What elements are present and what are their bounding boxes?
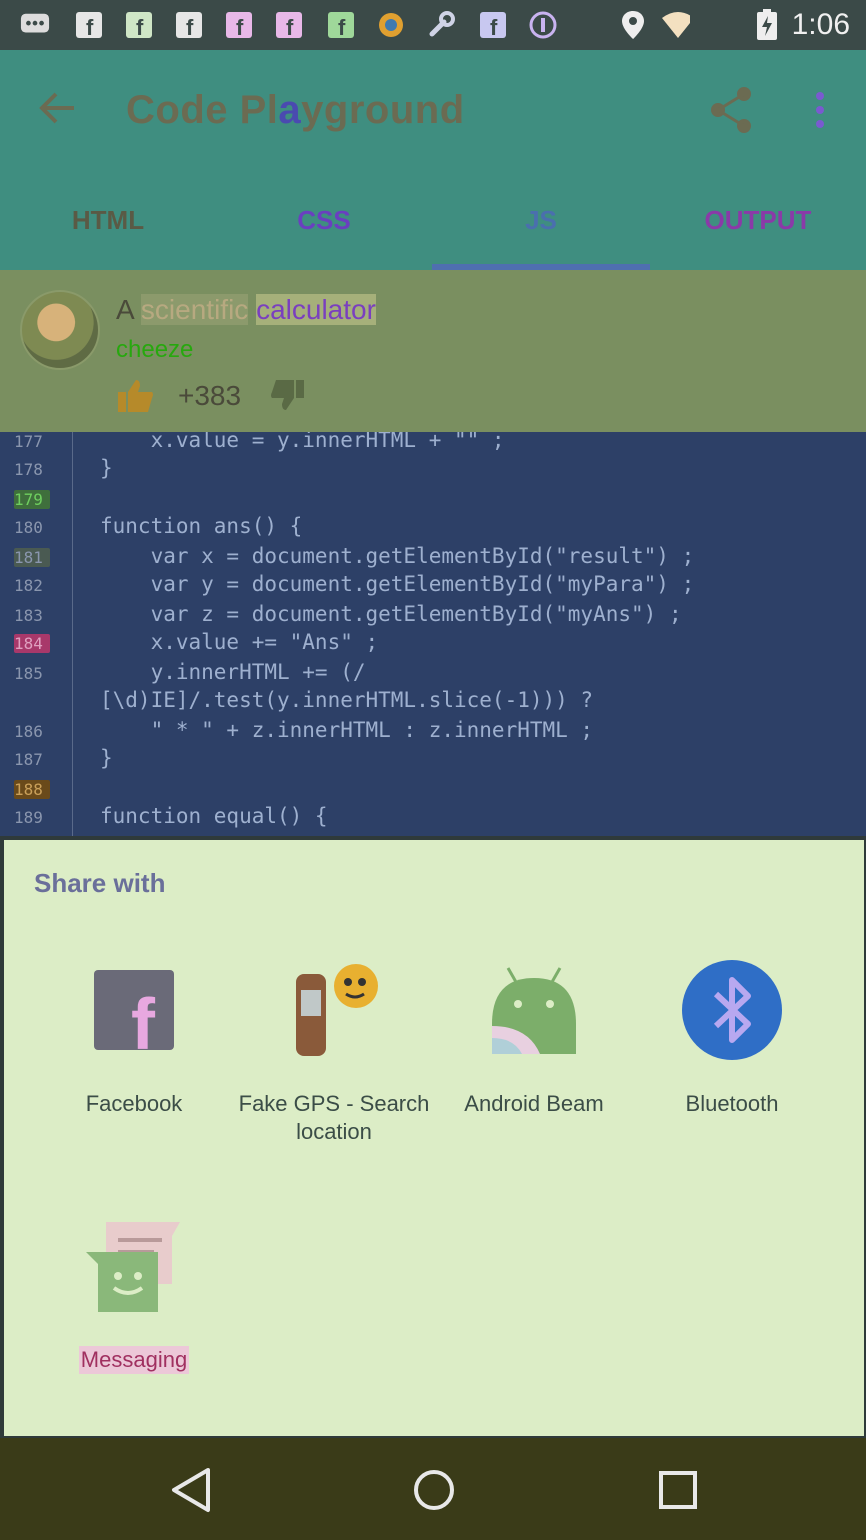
- code-line: function equal() {: [100, 804, 328, 828]
- tab-js[interactable]: JS: [432, 200, 650, 240]
- facebook-icon: f: [478, 10, 508, 40]
- line-number: 177: [14, 432, 43, 451]
- svg-text:f: f: [186, 15, 194, 38]
- facebook-icon: f: [174, 10, 204, 40]
- overflow-menu-icon[interactable]: [808, 88, 832, 132]
- share-target-label: Fake GPS - Search location: [238, 1091, 430, 1144]
- post-title: A scientific calculator: [116, 294, 376, 325]
- svg-text:f: f: [286, 15, 294, 38]
- share-icon[interactable]: [706, 84, 758, 136]
- tab-css[interactable]: CSS: [216, 200, 432, 240]
- back-arrow-icon[interactable]: [36, 86, 80, 130]
- avatar[interactable]: [20, 290, 100, 370]
- code-line: }: [100, 456, 113, 480]
- svg-text:f: f: [338, 15, 346, 38]
- code-line: " * " + z.innerHTML : z.innerHTML ;: [100, 718, 594, 742]
- share-target-android-beam[interactable]: Android Beam: [444, 960, 624, 1118]
- code-line: x.value = y.innerHTML + "" ;: [100, 432, 505, 452]
- line-number: 186: [14, 722, 43, 741]
- facebook-app-icon: f: [84, 960, 184, 1060]
- location-icon: [618, 10, 648, 40]
- code-line: [\d)IE]/.test(y.innerHTML.slice(-1))) ?: [100, 688, 594, 712]
- line-number: 180: [14, 518, 43, 537]
- thumbs-down-icon[interactable]: [270, 380, 304, 410]
- share-sheet-title: Share with: [34, 868, 166, 898]
- thumbs-up-icon[interactable]: [118, 380, 154, 412]
- gps-app-icon: [284, 960, 384, 1060]
- facebook-icon: f: [74, 10, 104, 40]
- line-number: 185: [14, 664, 43, 683]
- line-number: 179: [14, 490, 50, 509]
- page-title: Code Playground: [126, 88, 465, 132]
- svg-text:f: f: [490, 15, 498, 38]
- home-nav-icon[interactable]: [412, 1468, 456, 1512]
- tab-html[interactable]: HTML: [0, 200, 216, 240]
- battery-charging-icon: [752, 9, 782, 40]
- vote-count: +383: [178, 380, 242, 411]
- tor-icon: [528, 10, 558, 40]
- facebook-icon: f: [326, 10, 356, 40]
- messaging-icon: [84, 1218, 184, 1318]
- code-line: x.value += "Ans" ;: [100, 630, 379, 654]
- code-line: }: [100, 746, 113, 770]
- share-target-label: Messaging: [78, 1346, 190, 1374]
- line-number: 189: [14, 808, 43, 827]
- back-nav-icon[interactable]: [168, 1466, 214, 1514]
- code-line: function ans() {: [100, 514, 303, 538]
- bluetooth-icon: [682, 960, 782, 1060]
- share-target-bluetooth[interactable]: Bluetooth: [642, 960, 822, 1118]
- author-name[interactable]: cheeze: [116, 336, 193, 364]
- recents-nav-icon[interactable]: [658, 1470, 698, 1510]
- svg-text:f: f: [131, 985, 156, 1051]
- share-target-fake-gps[interactable]: Fake GPS - Search location: [234, 960, 434, 1146]
- share-target-label: Facebook: [85, 1091, 183, 1116]
- facebook-icon: f: [274, 10, 304, 40]
- share-target-facebook[interactable]: f Facebook: [44, 960, 224, 1118]
- line-number: 178: [14, 460, 43, 479]
- gutter-divider: [72, 432, 73, 836]
- facebook-icon: f: [224, 10, 254, 40]
- share-target-label: Bluetooth: [685, 1091, 779, 1116]
- svg-text:f: f: [236, 15, 244, 38]
- code-line: var x = document.getElementById("result"…: [100, 544, 695, 568]
- facebook-icon: f: [124, 10, 154, 40]
- code-line: y.innerHTML += (/: [100, 660, 366, 684]
- android-beam-icon: [484, 960, 584, 1060]
- chat-icon: [20, 10, 50, 40]
- code-line: var z = document.getElementById("myAns")…: [100, 602, 682, 626]
- wrench-icon: [426, 10, 456, 40]
- share-target-messaging[interactable]: Messaging: [44, 1218, 224, 1374]
- svg-text:f: f: [136, 15, 144, 38]
- clock: 1:06: [791, 8, 850, 41]
- line-number: 188: [14, 780, 50, 799]
- line-number: 184: [14, 634, 50, 653]
- status-bar: f f f f f f f 1:06: [0, 0, 866, 50]
- line-number: 187: [14, 750, 43, 769]
- line-number: 182: [14, 576, 43, 595]
- svg-text:f: f: [86, 15, 94, 38]
- tab-output[interactable]: OUTPUT: [650, 200, 866, 240]
- gear-app-icon: [376, 10, 406, 40]
- share-target-label: Android Beam: [464, 1091, 604, 1116]
- line-number: 181: [14, 548, 50, 567]
- code-editor[interactable]: 177 x.value = y.innerHTML + "" ; 178 } 1…: [0, 432, 866, 836]
- line-number: 183: [14, 606, 43, 625]
- code-line: var y = document.getElementById("myPara"…: [100, 572, 695, 596]
- wifi-icon: [660, 10, 690, 40]
